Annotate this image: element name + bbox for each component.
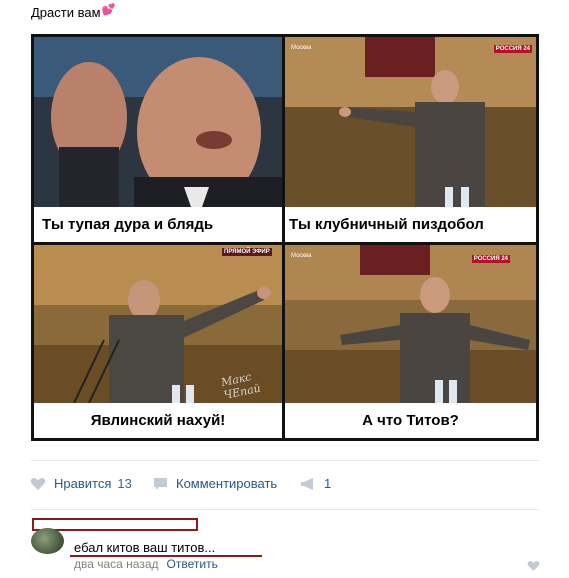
panel-4-caption: А что Титов? [285,403,536,438]
comment-button[interactable]: Комментировать [153,476,277,491]
panel-2-scene [285,37,536,207]
comment-time[interactable]: два часа назад [74,557,159,571]
panel-3-caption: Явлинский нахуй! [34,403,282,438]
comment-label: Комментировать [176,476,278,491]
share-count: 1 [324,476,332,491]
comic-panel-3: ПРЯМОЙ ЭФИР Макс ЧЕпай Явлинский нахуй! [34,245,282,438]
comic-panel-1: Ты тупая дура и блядь [34,37,282,242]
panel-1-caption: Ты тупая дура и блядь [34,207,282,242]
like-button[interactable]: Нравится 13 [30,476,132,491]
comments-divider [31,509,539,510]
like-label: Нравится [54,476,112,491]
tv-channel-logo: РОССИЯ 24 [493,45,532,53]
comic-panel-4: Москва РОССИЯ 24 А что Титов? [285,245,536,438]
post-image-comic[interactable]: Ты тупая дура и блядь Москва РОССИЯ 24 Т… [31,34,539,441]
reply-link[interactable]: Ответить [167,557,218,571]
comment-icon [154,477,167,490]
comment-meta: два часа назад Ответить [74,557,218,571]
heart-icon [527,561,540,571]
share-button[interactable]: 1 [300,476,331,491]
post-text-content: Драсти вам [31,5,101,20]
post-divider [31,460,539,461]
redaction-box [32,518,198,531]
tv-channel-logo: РОССИЯ 24 [471,255,510,263]
like-count: 13 [117,476,132,491]
hearts-emoji: 💕 [101,4,116,16]
comment-like-button[interactable] [527,559,540,577]
avatar[interactable] [31,528,64,554]
panel-1-scene [34,37,282,207]
comment-text: ебал китов ваш титов... [74,540,216,555]
post-text: Драсти вам💕 [31,4,115,23]
comic-panel-2: Москва РОССИЯ 24 Ты клубничный пиздобол [285,37,536,242]
tv-location-label: Москва [291,253,312,259]
megaphone-icon [301,477,313,490]
heart-icon [30,477,46,490]
panel-2-caption: Ты клубничный пиздобол [285,207,536,242]
tv-live-logo: ПРЯМОЙ ЭФИР [222,248,272,256]
panel-4-scene [285,245,536,403]
tv-location-label: Москва [291,45,312,51]
